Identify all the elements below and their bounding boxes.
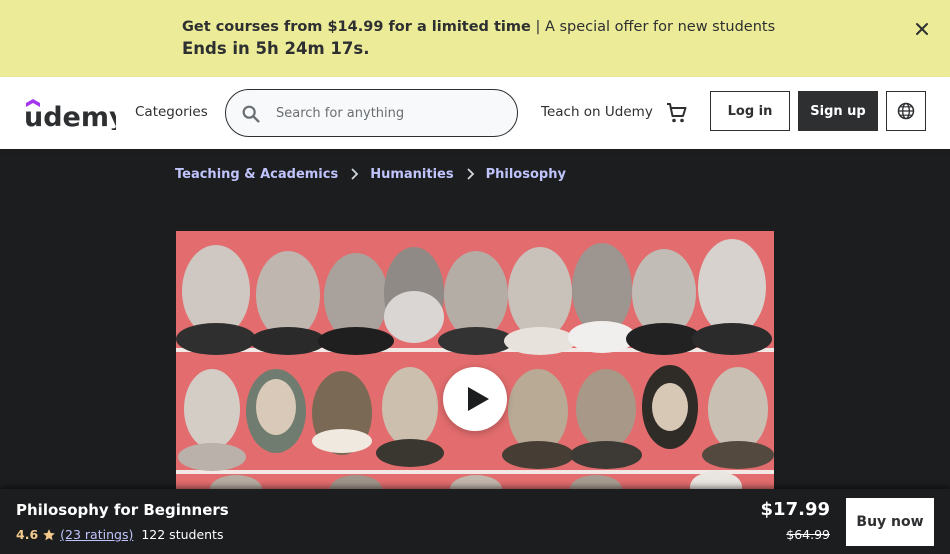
buy-now-button[interactable]: Buy now [846,498,934,546]
star-icon [43,528,55,540]
search-bar[interactable] [225,89,518,137]
login-button[interactable]: Log in [710,91,790,131]
teach-link[interactable]: Teach on Udemy [541,104,653,120]
logo-text: udemy [24,102,116,130]
play-icon [468,387,489,411]
purchase-bar: Philosophy for Beginners 4.6 (23 ratings… [0,489,950,554]
close-icon[interactable] [910,17,934,41]
chevron-right-icon [466,168,474,180]
banner-text: Get courses from $14.99 for a limited ti… [182,16,775,60]
cart-icon[interactable] [665,101,689,125]
course-preview-image[interactable] [176,231,774,489]
ratings-count-link[interactable]: (23 ratings) [60,527,133,542]
breadcrumb-item-humanities[interactable]: Humanities [370,167,453,182]
breadcrumb-item-philosophy[interactable]: Philosophy [486,167,566,182]
site-header: udemy Categories Teach on Udemy Log in S… [0,77,950,149]
chevron-right-icon [351,168,359,180]
categories-link[interactable]: Categories [135,104,208,120]
breadcrumb-item-teaching[interactable]: Teaching & Academics [175,167,338,182]
course-title: Philosophy for Beginners [16,501,229,519]
banner-subtext: A special offer for new students [544,19,776,35]
udemy-logo[interactable]: udemy [24,96,127,133]
banner-offer: Get courses from $14.99 for a limited ti… [182,19,531,35]
original-price: $64.99 [786,527,830,542]
rating-value: 4.6 [16,527,39,542]
banner-separator: | [535,19,541,35]
globe-icon [897,102,915,120]
play-button[interactable] [443,367,507,431]
students-count: 122 students [141,527,224,542]
search-input[interactable] [276,102,501,124]
banner-countdown: Ends in 5h 24m 17s. [182,39,370,58]
rating-row: 4.6 (23 ratings) 122 students [16,527,223,542]
breadcrumb: Teaching & Academics Humanities Philosop… [175,163,566,185]
promo-banner: Get courses from $14.99 for a limited ti… [0,0,950,77]
search-icon[interactable] [240,103,262,125]
current-price: $17.99 [760,499,830,520]
language-button[interactable] [886,91,926,131]
signup-button[interactable]: Sign up [798,91,878,131]
